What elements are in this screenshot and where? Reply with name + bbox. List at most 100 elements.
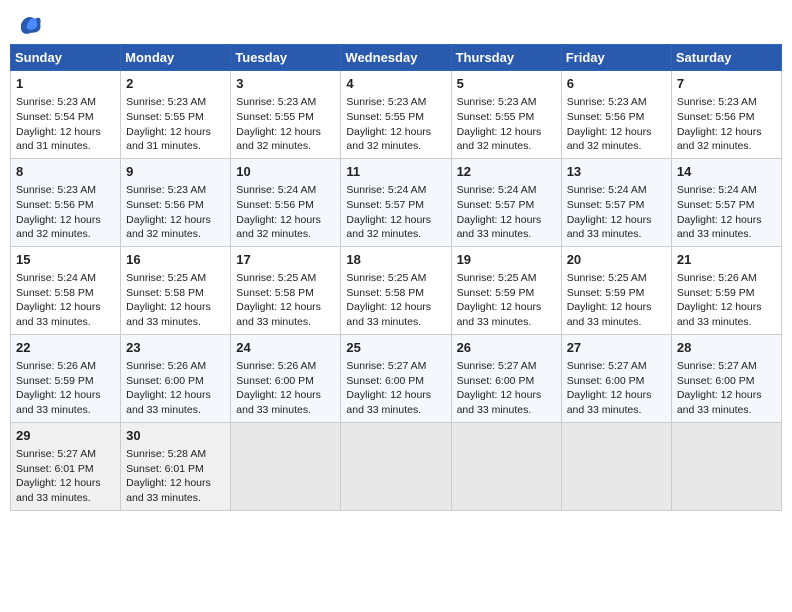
sunset-text: Sunset: 6:01 PM xyxy=(16,462,115,477)
day-number: 20 xyxy=(567,251,666,269)
day-number: 23 xyxy=(126,339,225,357)
sunrise-text: Sunrise: 5:23 AM xyxy=(567,95,666,110)
sunrise-text: Sunrise: 5:23 AM xyxy=(16,95,115,110)
sunrise-text: Sunrise: 5:25 AM xyxy=(126,271,225,286)
daylight-text: Daylight: 12 hours and 33 minutes. xyxy=(567,300,666,329)
sunset-text: Sunset: 5:59 PM xyxy=(567,286,666,301)
sunset-text: Sunset: 5:56 PM xyxy=(567,110,666,125)
sunrise-text: Sunrise: 5:24 AM xyxy=(16,271,115,286)
day-number: 18 xyxy=(346,251,445,269)
day-number: 9 xyxy=(126,163,225,181)
sunrise-text: Sunrise: 5:23 AM xyxy=(236,95,335,110)
sunrise-text: Sunrise: 5:24 AM xyxy=(346,183,445,198)
sunset-text: Sunset: 5:57 PM xyxy=(567,198,666,213)
daylight-text: Daylight: 12 hours and 32 minutes. xyxy=(346,125,445,154)
calendar-cell xyxy=(231,422,341,510)
calendar-cell: 2Sunrise: 5:23 AMSunset: 5:55 PMDaylight… xyxy=(121,71,231,159)
calendar-cell: 14 Sunrise: 5:24 AMSunset: 5:57 PMDayligh… xyxy=(671,158,781,246)
header-row: SundayMondayTuesdayWednesdayThursdayFrid… xyxy=(11,45,782,71)
sunset-text: Sunset: 5:58 PM xyxy=(16,286,115,301)
sunset-text: Sunset: 6:00 PM xyxy=(457,374,556,389)
day-header: Wednesday xyxy=(341,45,451,71)
sunrise-text: Sunrise: 5:26 AM xyxy=(236,359,335,374)
sunrise-text: Sunrise: 5:24 AM xyxy=(236,183,335,198)
sunset-text: Sunset: 6:00 PM xyxy=(677,374,776,389)
sunset-text: Sunset: 5:59 PM xyxy=(16,374,115,389)
sunset-text: Sunset: 5:58 PM xyxy=(126,286,225,301)
day-number: 8 xyxy=(16,163,115,181)
sunrise-text: Sunrise: 5:23 AM xyxy=(677,95,776,110)
daylight-text: Daylight: 12 hours and 33 minutes. xyxy=(567,388,666,417)
sunset-text: Sunset: 6:00 PM xyxy=(236,374,335,389)
sunrise-text: Sunrise: 5:27 AM xyxy=(567,359,666,374)
sunset-text: Sunset: 5:56 PM xyxy=(236,198,335,213)
calendar-cell: 3Sunrise: 5:23 AMSunset: 5:55 PMDaylight… xyxy=(231,71,341,159)
day-number: 24 xyxy=(236,339,335,357)
day-number: 21 xyxy=(677,251,776,269)
calendar-cell: 28Sunrise: 5:27 AMSunset: 6:00 PMDayligh… xyxy=(671,334,781,422)
day-number: 12 xyxy=(457,163,556,181)
sunrise-text: Sunrise: 5:26 AM xyxy=(16,359,115,374)
day-header: Sunday xyxy=(11,45,121,71)
day-number: 19 xyxy=(457,251,556,269)
day-number: 5 xyxy=(457,75,556,93)
sunset-text: Sunset: 5:59 PM xyxy=(457,286,556,301)
daylight-text: Daylight: 12 hours and 33 minutes. xyxy=(126,476,225,505)
daylight-text: Daylight: 12 hours and 33 minutes. xyxy=(677,388,776,417)
calendar-cell: 6Sunrise: 5:23 AMSunset: 5:56 PMDaylight… xyxy=(561,71,671,159)
sunrise-text: Sunrise: 5:27 AM xyxy=(457,359,556,374)
daylight-text: Daylight: 12 hours and 33 minutes. xyxy=(677,213,776,242)
day-number: 14 xyxy=(677,163,776,181)
sunrise-text: Sunrise: 5:23 AM xyxy=(126,183,225,198)
daylight-text: Daylight: 12 hours and 33 minutes. xyxy=(457,388,556,417)
calendar-cell: 19Sunrise: 5:25 AMSunset: 5:59 PMDayligh… xyxy=(451,246,561,334)
day-number: 22 xyxy=(16,339,115,357)
day-number: 2 xyxy=(126,75,225,93)
daylight-text: Daylight: 12 hours and 32 minutes. xyxy=(677,125,776,154)
daylight-text: Daylight: 12 hours and 31 minutes. xyxy=(16,125,115,154)
calendar-cell: 13Sunrise: 5:24 AMSunset: 5:57 PMDayligh… xyxy=(561,158,671,246)
logo-icon xyxy=(14,10,42,38)
calendar-cell: 10Sunrise: 5:24 AMSunset: 5:56 PMDayligh… xyxy=(231,158,341,246)
day-header: Monday xyxy=(121,45,231,71)
sunset-text: Sunset: 5:57 PM xyxy=(677,198,776,213)
daylight-text: Daylight: 12 hours and 33 minutes. xyxy=(236,300,335,329)
day-number: 7 xyxy=(677,75,776,93)
day-number: 13 xyxy=(567,163,666,181)
sunrise-text: Sunrise: 5:23 AM xyxy=(126,95,225,110)
sunrise-text: Sunrise: 5:24 AM xyxy=(677,183,776,198)
calendar-cell: 4Sunrise: 5:23 AMSunset: 5:55 PMDaylight… xyxy=(341,71,451,159)
sunrise-text: Sunrise: 5:23 AM xyxy=(346,95,445,110)
sunrise-text: Sunrise: 5:27 AM xyxy=(677,359,776,374)
calendar-cell: 1Sunrise: 5:23 AMSunset: 5:54 PMDaylight… xyxy=(11,71,121,159)
calendar-week-row: 22Sunrise: 5:26 AMSunset: 5:59 PMDayligh… xyxy=(11,334,782,422)
sunset-text: Sunset: 5:57 PM xyxy=(346,198,445,213)
calendar-cell: 17Sunrise: 5:25 AMSunset: 5:58 PMDayligh… xyxy=(231,246,341,334)
calendar-week-row: 1Sunrise: 5:23 AMSunset: 5:54 PMDaylight… xyxy=(11,71,782,159)
calendar-cell: 7Sunrise: 5:23 AMSunset: 5:56 PMDaylight… xyxy=(671,71,781,159)
day-number: 10 xyxy=(236,163,335,181)
calendar-week-row: 15Sunrise: 5:24 AMSunset: 5:58 PMDayligh… xyxy=(11,246,782,334)
daylight-text: Daylight: 12 hours and 33 minutes. xyxy=(346,300,445,329)
sunrise-text: Sunrise: 5:26 AM xyxy=(677,271,776,286)
calendar: SundayMondayTuesdayWednesdayThursdayFrid… xyxy=(10,44,782,511)
calendar-cell: 25Sunrise: 5:27 AMSunset: 6:00 PMDayligh… xyxy=(341,334,451,422)
sunset-text: Sunset: 5:56 PM xyxy=(126,198,225,213)
sunset-text: Sunset: 5:55 PM xyxy=(236,110,335,125)
sunrise-text: Sunrise: 5:25 AM xyxy=(236,271,335,286)
daylight-text: Daylight: 12 hours and 33 minutes. xyxy=(16,476,115,505)
calendar-cell: 22Sunrise: 5:26 AMSunset: 5:59 PMDayligh… xyxy=(11,334,121,422)
daylight-text: Daylight: 12 hours and 32 minutes. xyxy=(567,125,666,154)
calendar-cell xyxy=(671,422,781,510)
calendar-cell: 18Sunrise: 5:25 AMSunset: 5:58 PMDayligh… xyxy=(341,246,451,334)
daylight-text: Daylight: 12 hours and 33 minutes. xyxy=(567,213,666,242)
calendar-cell: 24Sunrise: 5:26 AMSunset: 6:00 PMDayligh… xyxy=(231,334,341,422)
sunrise-text: Sunrise: 5:27 AM xyxy=(346,359,445,374)
day-header: Thursday xyxy=(451,45,561,71)
sunrise-text: Sunrise: 5:25 AM xyxy=(457,271,556,286)
daylight-text: Daylight: 12 hours and 32 minutes. xyxy=(16,213,115,242)
daylight-text: Daylight: 12 hours and 33 minutes. xyxy=(16,300,115,329)
day-header: Saturday xyxy=(671,45,781,71)
calendar-cell: 30Sunrise: 5:28 AMSunset: 6:01 PMDayligh… xyxy=(121,422,231,510)
sunset-text: Sunset: 5:57 PM xyxy=(457,198,556,213)
